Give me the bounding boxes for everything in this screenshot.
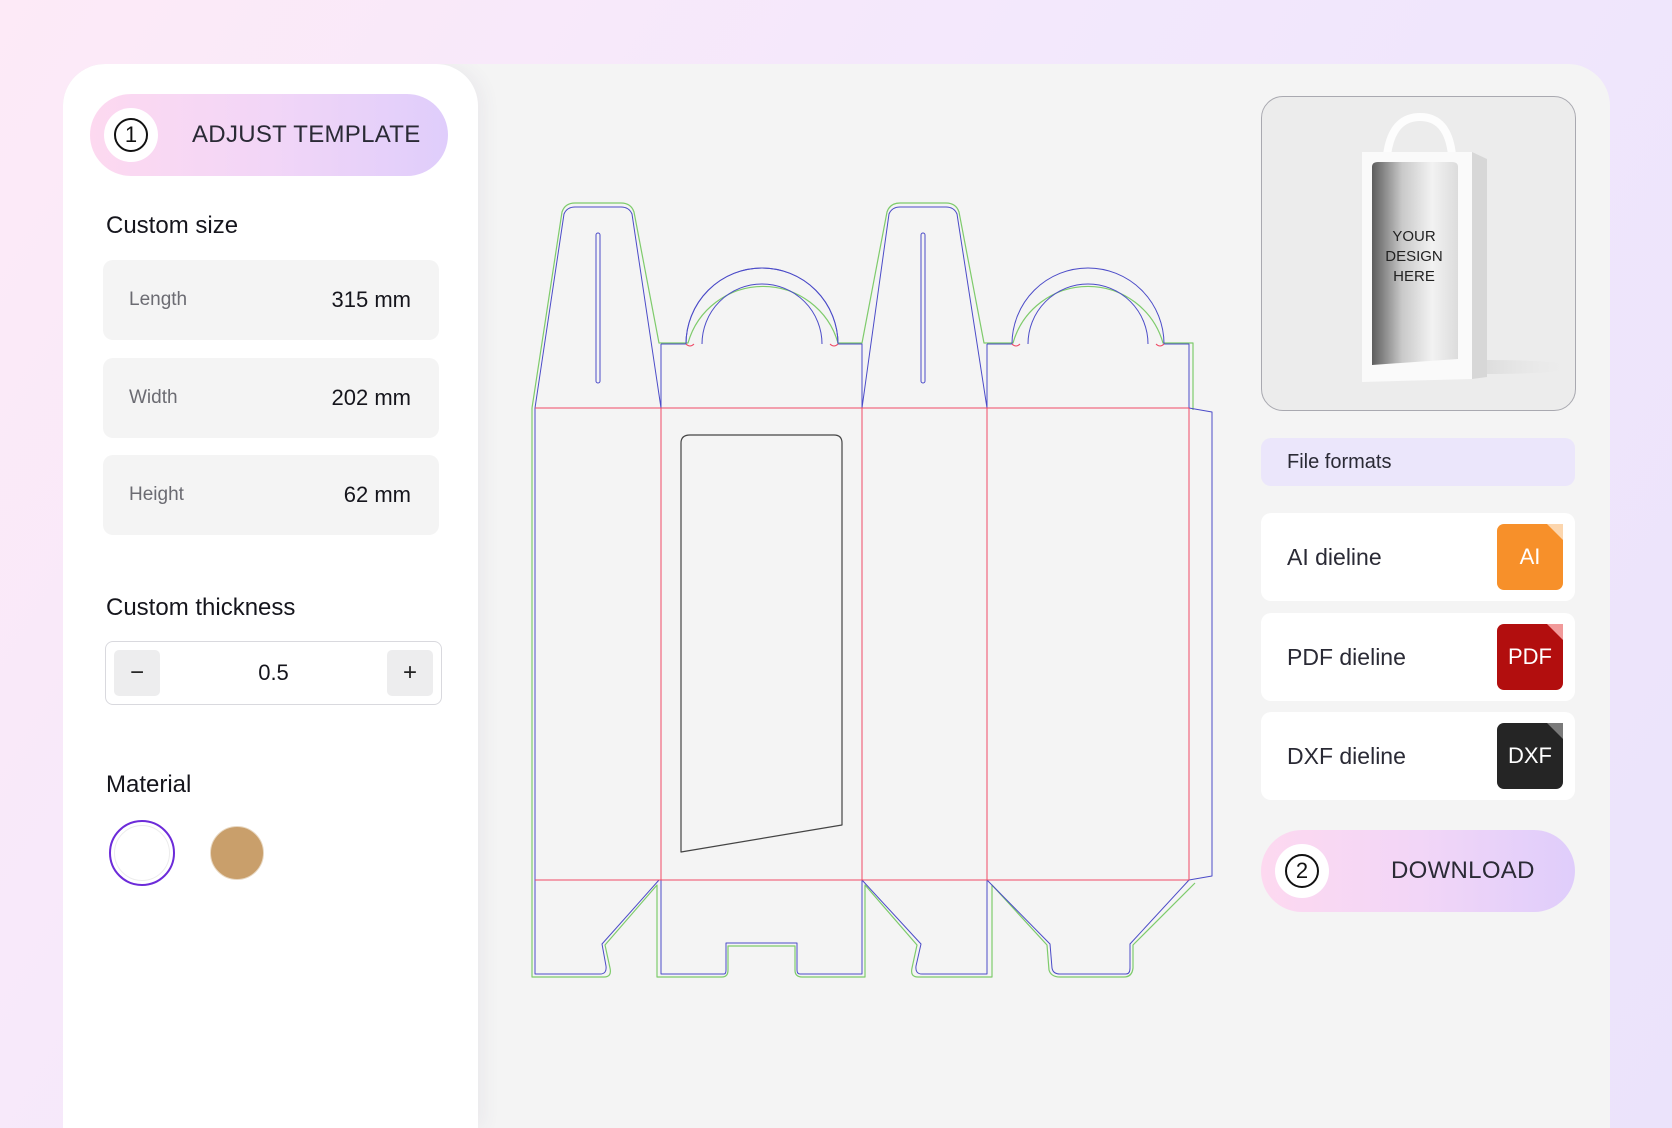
material-swatch-white-fill bbox=[114, 825, 170, 881]
thickness-value[interactable]: 0.5 bbox=[258, 660, 289, 686]
decrement-button[interactable]: − bbox=[114, 650, 160, 696]
bleed-outline bbox=[531, 202, 1196, 978]
dxf-dieline-label: DXF dieline bbox=[1287, 742, 1406, 769]
pdf-file-icon: PDF bbox=[1497, 624, 1563, 690]
width-label: Width bbox=[129, 387, 178, 408]
box-preview: YOUR DESIGN HERE bbox=[1261, 96, 1576, 411]
length-label: Length bbox=[129, 289, 188, 310]
height-value: 62 mm bbox=[343, 482, 411, 507]
preview-text-line-1: YOUR bbox=[1392, 228, 1436, 245]
ai-dieline-option[interactable]: AI dieline AI bbox=[1261, 513, 1575, 601]
preview-text-line-3: HERE bbox=[1393, 268, 1435, 285]
pdf-dieline-label: PDF dieline bbox=[1287, 643, 1406, 670]
file-formats-header: File formats bbox=[1261, 438, 1575, 486]
height-field[interactable]: Height 62 mm bbox=[103, 455, 439, 535]
ai-file-icon-text: AI bbox=[1519, 544, 1541, 569]
increment-button[interactable]: + bbox=[387, 650, 433, 696]
preview-text: YOUR DESIGN HERE bbox=[1374, 227, 1454, 287]
length-field[interactable]: Length 315 mm bbox=[103, 260, 439, 340]
download-step-number: 2 bbox=[1285, 854, 1319, 888]
ai-file-icon: AI bbox=[1497, 524, 1563, 590]
step-number-badge: 1 bbox=[104, 108, 158, 162]
thickness-stepper: − 0.5 + bbox=[105, 641, 442, 705]
dxf-file-icon-text: DXF bbox=[1508, 743, 1552, 768]
ai-dieline-label: AI dieline bbox=[1287, 543, 1382, 570]
material-title: Material bbox=[106, 771, 192, 798]
step-number: 1 bbox=[114, 118, 148, 152]
sidebar: 1 ADJUST TEMPLATE Custom size Length 315… bbox=[63, 64, 478, 1128]
custom-size-title: Custom size bbox=[106, 212, 239, 239]
width-field[interactable]: Width 202 mm bbox=[103, 358, 439, 438]
material-swatch-kraft[interactable] bbox=[210, 826, 264, 880]
custom-thickness-title: Custom thickness bbox=[106, 594, 296, 621]
height-label: Height bbox=[129, 484, 184, 505]
adjust-template-label: ADJUST TEMPLATE bbox=[192, 121, 421, 148]
download-step-badge: 2 bbox=[1275, 844, 1329, 898]
dxf-dieline-option[interactable]: DXF dieline DXF bbox=[1261, 712, 1575, 800]
dieline-drawing bbox=[531, 202, 1213, 978]
adjust-template-button[interactable]: 1 ADJUST TEMPLATE bbox=[90, 94, 448, 176]
download-button[interactable]: 2 DOWNLOAD bbox=[1261, 830, 1575, 912]
cut-outline bbox=[534, 206, 1213, 975]
length-value: 315 mm bbox=[331, 287, 411, 312]
fold-lines bbox=[535, 343, 1190, 881]
download-label: DOWNLOAD bbox=[1391, 857, 1535, 884]
pdf-file-icon-text: PDF bbox=[1508, 644, 1552, 669]
pdf-dieline-option[interactable]: PDF dieline PDF bbox=[1261, 613, 1575, 701]
width-value: 202 mm bbox=[331, 385, 411, 410]
window-cutout bbox=[680, 434, 843, 853]
material-swatch-white[interactable] bbox=[109, 820, 175, 886]
dxf-file-icon: DXF bbox=[1497, 723, 1563, 789]
preview-text-line-2: DESIGN bbox=[1385, 248, 1443, 265]
